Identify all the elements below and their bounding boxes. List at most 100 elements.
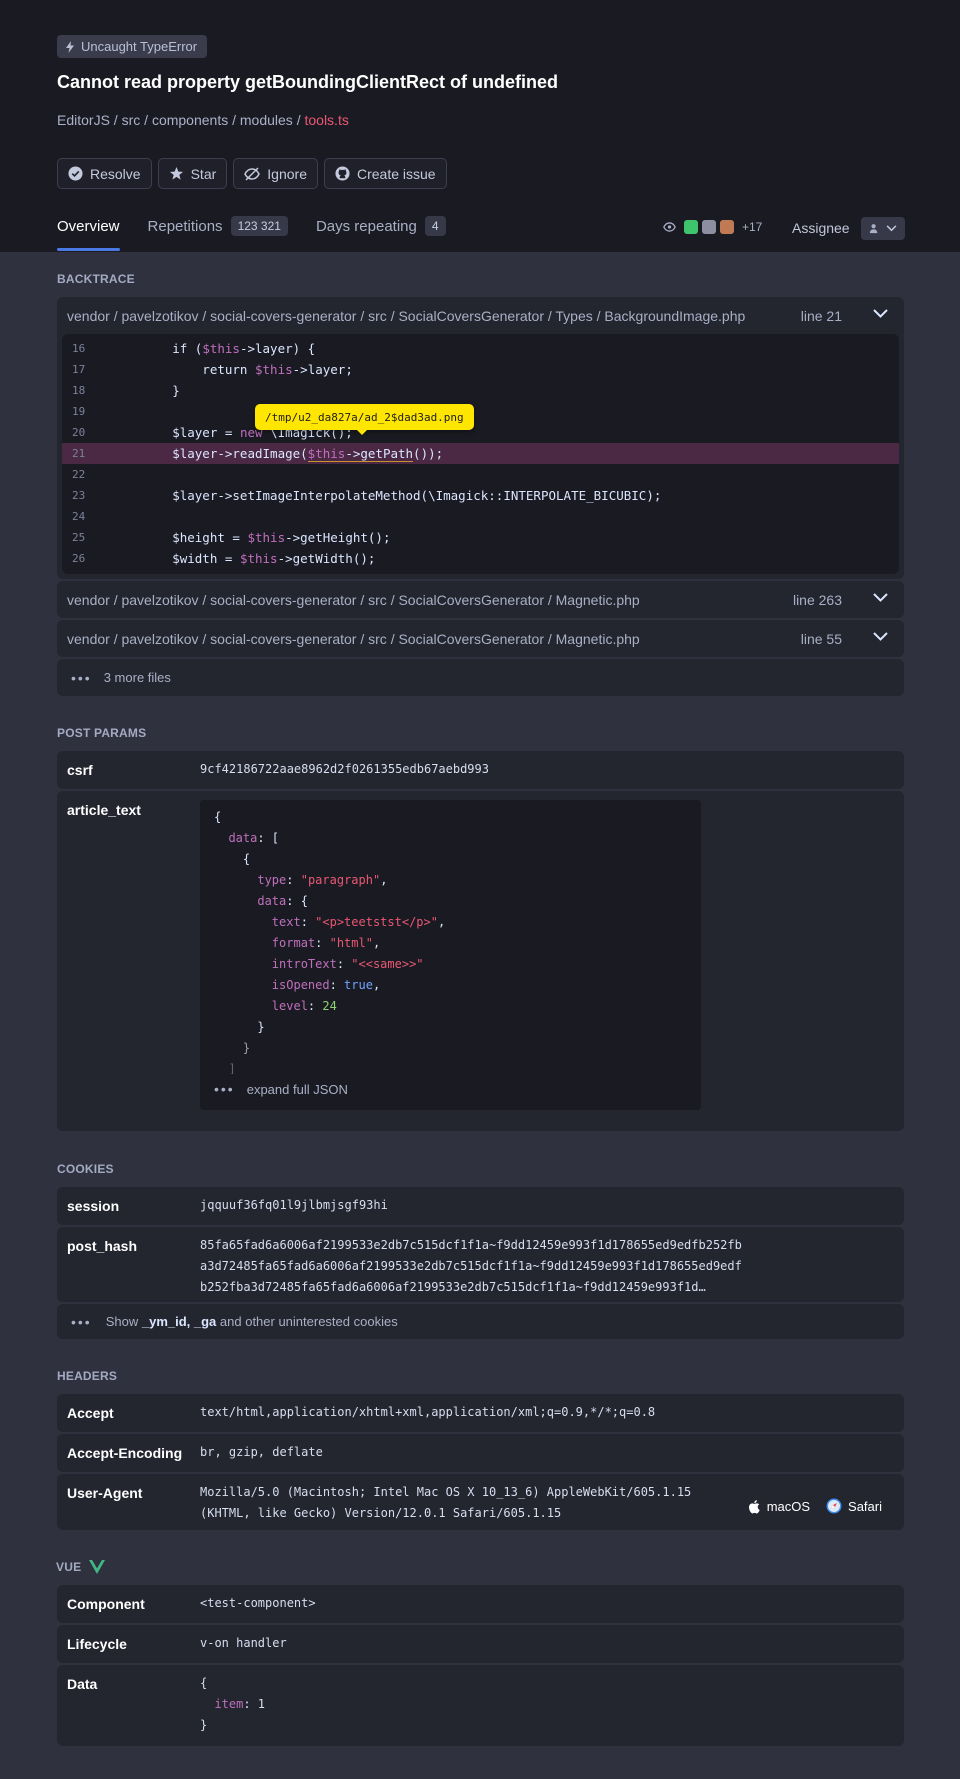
apple-icon — [748, 1499, 760, 1513]
show-cookies-row[interactable]: ••• Show _ym_id, _ga and other uninteres… — [57, 1304, 904, 1339]
star-label: Star — [190, 165, 217, 182]
backtrace-file[interactable]: vendor / pavelzotikov / social-covers-ge… — [57, 581, 904, 618]
watchers-more-count: +17 — [742, 220, 763, 234]
file-path: vendor / pavelzotikov / social-covers-ge… — [67, 630, 640, 647]
action-toolbar: Resolve Star Ignore Create issue — [57, 158, 447, 189]
user-add-icon — [869, 224, 878, 234]
cookie-value: 85fa65fad6a6006af2199533e2db7c515dcf1f1a… — [200, 1238, 742, 1294]
expand-json-button[interactable]: ••• expand full JSON — [214, 1078, 687, 1100]
code-line: 26 $width = $this->getWidth(); — [72, 551, 376, 566]
star-icon — [169, 166, 183, 180]
tab-days-repeating[interactable]: Days repeating 4 — [316, 215, 446, 237]
vue-key: Data — [67, 1676, 98, 1692]
more-files-row[interactable]: ••• 3 more files — [57, 659, 904, 696]
headers-title: HEADERS — [57, 1369, 118, 1383]
header-row: Accept text/html,application/xhtml+xml,a… — [57, 1394, 904, 1432]
code-line: 19 — [72, 405, 86, 418]
code-line: 24 — [72, 510, 86, 523]
check-circle-icon — [68, 166, 83, 181]
tab-label: Repetitions — [147, 217, 223, 235]
tab-label: Overview — [57, 217, 120, 235]
tab-bar: Overview Repetitions 123 321 Days repeat… — [57, 215, 446, 251]
code-line: 17 return $this->layer; — [72, 362, 353, 377]
header-key: Accept-Encoding — [67, 1445, 183, 1461]
ignore-button[interactable]: Ignore — [233, 158, 318, 189]
cookies-title: COOKIES — [57, 1162, 114, 1176]
resolve-label: Resolve — [90, 165, 141, 182]
eye-off-icon — [244, 166, 261, 181]
param-row: csrf 9cf42186722aae8962d2f0261355edb67ae… — [57, 751, 904, 789]
backtrace-file[interactable]: vendor / pavelzotikov / social-covers-ge… — [57, 297, 904, 334]
watchers[interactable]: +17 — [663, 220, 762, 234]
header-value: br, gzip, deflate — [200, 1445, 323, 1459]
json-viewer: { data: [ { type: "paragraph", data: { t… — [200, 800, 701, 1110]
backtrace-title: BACKTRACE — [57, 272, 135, 286]
star-button[interactable]: Star — [157, 158, 228, 189]
breadcrumb-current[interactable]: tools.ts — [304, 112, 348, 128]
cookie-row: session jqquuf36fq01l9jlbmjsgf93hi — [57, 1187, 904, 1225]
code-line-highlighted: 21 $layer->readImage($this->getPath()); — [62, 443, 899, 464]
assignee-label: Assignee — [792, 220, 850, 236]
dots-icon: ••• — [71, 669, 92, 686]
header-key: Accept — [67, 1405, 114, 1421]
backtrace-card: vendor / pavelzotikov / social-covers-ge… — [57, 297, 904, 579]
header-value: Mozilla/5.0 (Macintosh; Intel Mac OS X 1… — [200, 1485, 692, 1520]
browser-tag: Safari — [826, 1498, 882, 1514]
param-key: csrf — [67, 762, 93, 778]
assignee-dropdown[interactable] — [861, 217, 905, 240]
file-line-number: line 55 — [800, 630, 842, 647]
chevron-down-icon[interactable] — [873, 593, 888, 602]
backtrace-file[interactable]: vendor / pavelzotikov / social-covers-ge… — [57, 620, 904, 657]
value-tooltip: /tmp/u2_da827a/ad_2$dad3ad.png — [255, 404, 474, 435]
os-tag: macOS — [748, 1499, 810, 1514]
safari-icon — [826, 1498, 842, 1514]
vue-row: Data { item: 1 } — [57, 1665, 904, 1746]
chevron-down-icon[interactable] — [873, 309, 888, 318]
file-path: vendor / pavelzotikov / social-covers-ge… — [67, 307, 746, 324]
page-title: Cannot read property getBoundingClientRe… — [57, 72, 558, 92]
code-line: 25 $height = $this->getHeight(); — [72, 530, 391, 545]
avatar — [684, 220, 698, 234]
create-issue-button[interactable]: Create issue — [323, 158, 447, 189]
vue-value: { item: 1 } — [200, 1676, 266, 1732]
vue-value: <test-component> — [200, 1596, 316, 1610]
code-line: 16 if ($this->layer) { — [72, 341, 316, 356]
create-issue-label: Create issue — [356, 165, 436, 182]
breadcrumb-item[interactable]: EditorJS — [57, 112, 110, 128]
avatar — [702, 220, 716, 234]
header-row: User-Agent Mozilla/5.0 (Macintosh; Intel… — [57, 1474, 904, 1530]
cookie-key: session — [67, 1198, 120, 1214]
param-value: 9cf42186722aae8962d2f0261355edb67aebd993 — [200, 762, 489, 776]
client-platform: macOS Safari — [748, 1498, 882, 1514]
tab-label: Days repeating — [315, 217, 417, 235]
more-files-label: 3 more files — [103, 670, 171, 685]
breadcrumb-item[interactable]: modules — [240, 112, 293, 128]
code-line: 20 $layer = new \Imagick(); — [72, 425, 353, 440]
header-key: User-Agent — [67, 1485, 143, 1501]
tab-overview[interactable]: Overview — [57, 215, 120, 251]
post-params-title: POST PARAMS — [57, 726, 147, 740]
param-row: article_text { data: [ { type: "paragrap… — [57, 791, 904, 1131]
breadcrumb-item[interactable]: components — [152, 112, 228, 128]
show-cookies-label: Show _ym_id, _ga and other uninterested … — [105, 1314, 398, 1329]
breadcrumb-item[interactable]: src — [122, 112, 141, 128]
cookie-key: post_hash — [67, 1238, 138, 1254]
breadcrumb: EditorJS / src / components / modules / … — [57, 112, 349, 128]
tab-repetitions[interactable]: Repetitions 123 321 — [148, 215, 288, 237]
file-line-number: line 263 — [792, 591, 842, 608]
file-line-number: line 21 — [800, 307, 842, 324]
resolve-button[interactable]: Resolve — [57, 158, 152, 189]
eye-icon — [663, 222, 676, 232]
code-viewer: 16 if ($this->layer) { 17 return $this->… — [62, 334, 899, 574]
vue-row: Lifecycle v-on handler — [57, 1625, 904, 1663]
dots-icon: ••• — [71, 1313, 92, 1330]
error-type-badge: Uncaught TypeError — [57, 35, 208, 58]
backtrace-card: vendor / pavelzotikov / social-covers-ge… — [57, 620, 904, 657]
vue-value: v-on handler — [200, 1636, 287, 1650]
chevron-down-icon — [886, 225, 897, 232]
cookie-row: post_hash 85fa65fad6a6006af2199533e2db7c… — [57, 1227, 904, 1302]
expand-json-label: expand full JSON — [246, 1081, 348, 1097]
vue-logo-icon — [89, 1560, 106, 1574]
event-header: Uncaught TypeError Cannot read property … — [0, 0, 960, 252]
chevron-down-icon[interactable] — [873, 632, 888, 641]
